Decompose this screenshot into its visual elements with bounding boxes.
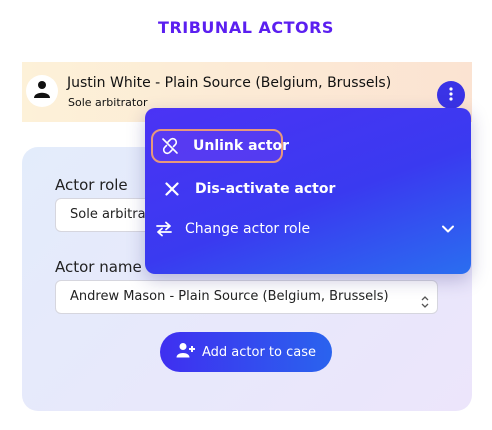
more-vertical-icon: [449, 86, 453, 105]
user-icon: [32, 79, 52, 103]
actor-role: Sole arbitrator: [68, 96, 148, 109]
menu-item-unlink-actor-label: Unlink actor: [193, 138, 290, 154]
actor-name: Justin White - Plain Source (Belgium, Br…: [67, 75, 392, 91]
menu-item-unlink-actor[interactable]: Unlink actor: [151, 129, 289, 163]
actor-options-menu: Unlink actor Dis-activate actor Change a…: [145, 108, 471, 274]
chevron-down-icon: [441, 222, 455, 238]
add-actor-button[interactable]: Add actor to case: [160, 332, 332, 372]
select-arrows-icon: [421, 290, 429, 308]
actor-name-select[interactable]: Andrew Mason - Plain Source (Belgium, Br…: [55, 280, 438, 314]
page-title: TRIBUNAL ACTORS: [158, 18, 334, 37]
menu-item-change-actor-role-label: Change actor role: [185, 221, 311, 237]
add-actor-button-label: Add actor to case: [201, 344, 316, 360]
actor-role-label: Actor role: [55, 176, 128, 194]
menu-item-deactivate-actor[interactable]: Dis-activate actor: [151, 177, 335, 201]
avatar: [26, 75, 58, 107]
add-user-icon: [176, 342, 196, 362]
actor-name-value: Andrew Mason - Plain Source (Belgium, Br…: [70, 289, 389, 304]
close-icon: [161, 182, 183, 196]
menu-item-change-actor-role[interactable]: Change actor role: [151, 217, 455, 241]
unlink-icon: [161, 137, 179, 155]
menu-item-deactivate-actor-label: Dis-activate actor: [195, 181, 336, 197]
swap-icon: [153, 221, 175, 237]
actor-options-button[interactable]: [437, 81, 465, 109]
actor-name-label: Actor name: [55, 258, 142, 276]
